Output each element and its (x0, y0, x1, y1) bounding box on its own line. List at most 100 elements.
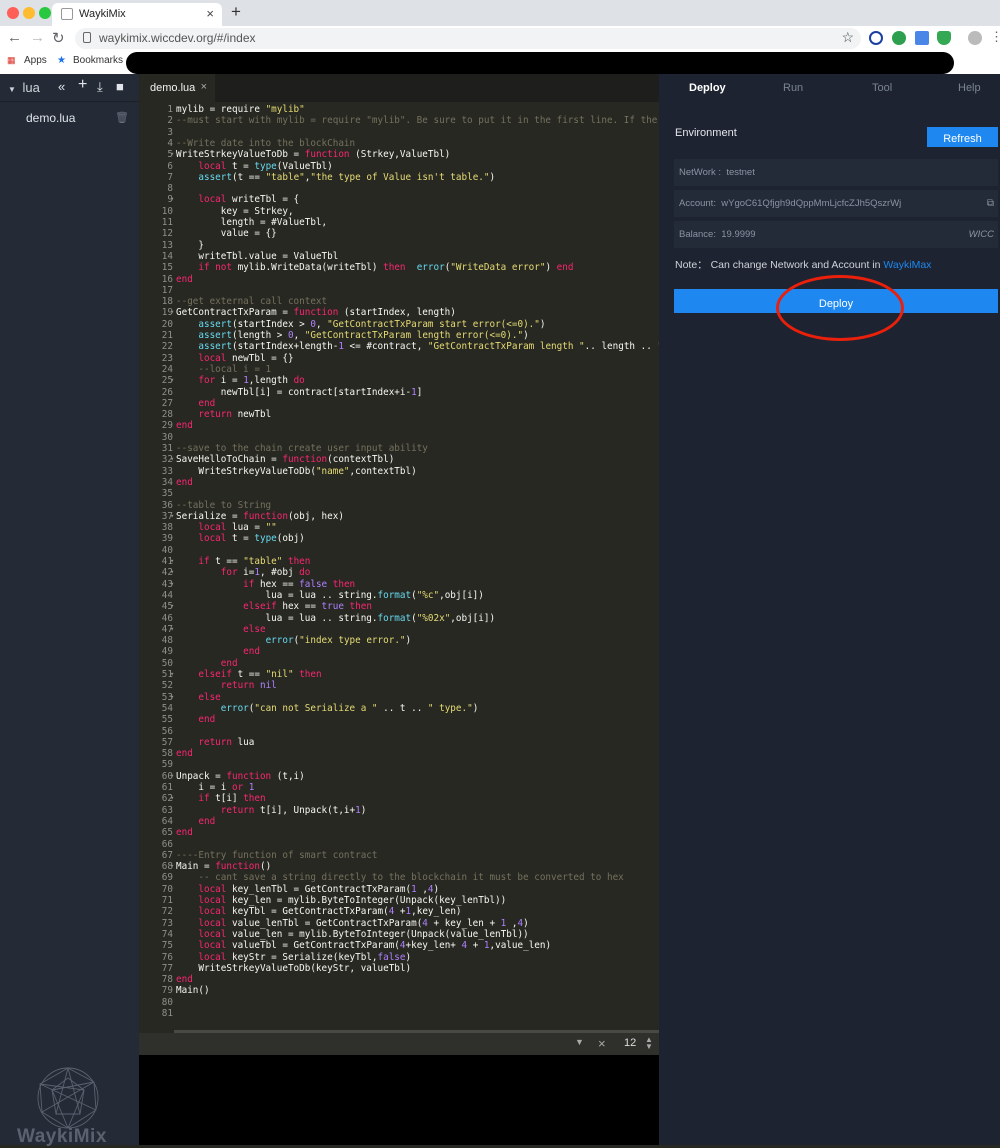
collapse-icon[interactable]: « (58, 79, 65, 94)
tab-help[interactable]: Help (958, 82, 981, 94)
code-line: Serialize = function(obj, hex) (176, 511, 344, 522)
code-token: , #obj (259, 567, 300, 579)
fold-arrow-icon[interactable]: ▾ (170, 793, 174, 804)
folder-icon[interactable]: ■ (116, 79, 124, 94)
fold-arrow-icon[interactable]: ▾ (170, 454, 174, 465)
fold-arrow-icon[interactable]: ▾ (170, 307, 174, 318)
extension-icon[interactable] (869, 31, 883, 45)
tab-run[interactable]: Run (783, 82, 803, 94)
line-number: 50 (161, 657, 173, 669)
fold-arrow-icon[interactable]: ▾ (170, 149, 174, 160)
line-number: 55 (161, 714, 173, 726)
code-token: local (198, 883, 227, 895)
new-tab-icon[interactable]: + (231, 2, 241, 22)
line-number: 65 (161, 827, 173, 839)
close-window-button[interactable] (7, 7, 19, 19)
code-token: .. length .. (584, 341, 658, 353)
editor-tab[interactable]: demo.lua × (139, 74, 215, 102)
code-token: "%02x" (416, 612, 451, 624)
reload-icon[interactable]: ↻ (52, 29, 65, 47)
code-area[interactable]: 1 mylib = require "mylib" 2 --must start wi… (139, 102, 659, 1102)
forward-arrow-icon[interactable]: → (30, 29, 45, 46)
fold-arrow-icon[interactable]: ▾ (170, 601, 174, 612)
code-token: i= (237, 567, 255, 579)
bookmark-apps[interactable]: Apps (24, 55, 47, 66)
code-token: end (198, 714, 216, 726)
copy-icon[interactable]: ⧉ (987, 198, 994, 209)
code-token: elseif (198, 669, 232, 680)
code-token: -- cant save a string directly to the bl… (176, 872, 624, 884)
fold-arrow-icon[interactable]: ▾ (170, 692, 174, 703)
code-token: ) (545, 262, 557, 274)
line-number: 6 (167, 160, 173, 172)
code-token: else (198, 691, 221, 703)
fold-arrow-icon[interactable]: ▾ (170, 669, 174, 680)
close-tab-icon[interactable]: × (201, 81, 207, 93)
bookmark-star-icon[interactable]: ☆ (841, 29, 854, 46)
apps-grid-icon[interactable]: ▦ (7, 55, 16, 66)
code-token: ,value_len) (489, 940, 552, 952)
profile-icon[interactable] (968, 31, 982, 45)
code-token: return (220, 804, 255, 816)
fold-arrow-icon[interactable]: ▾ (170, 556, 174, 567)
code-token: then (383, 262, 406, 274)
code-token: else (243, 623, 266, 635)
code-token: function (215, 861, 260, 873)
fold-arrow-icon[interactable]: ▾ (170, 375, 174, 386)
tab-deploy[interactable]: Deploy (689, 82, 726, 94)
url-field[interactable]: waykimix.wiccdev.org/#/index ☆ (75, 28, 861, 49)
code-token: local (198, 160, 227, 172)
folder-name[interactable]: lua (23, 80, 40, 95)
fold-arrow-icon[interactable]: ▾ (170, 771, 174, 782)
translate-icon[interactable] (915, 31, 929, 45)
fold-arrow-icon[interactable]: ▾ (170, 194, 174, 205)
font-size-stepper-icon[interactable]: ▲ ▼ (645, 1036, 653, 1051)
code-line: elseif t == "nil" then (176, 669, 321, 680)
collapse-triangle-icon[interactable]: ▼ (575, 1037, 584, 1047)
editor-tab-bar: demo.lua × (139, 74, 659, 102)
line-number: 27 (161, 397, 173, 409)
close-icon[interactable]: × (598, 1036, 606, 1051)
fold-arrow-icon[interactable]: ▾ (170, 579, 174, 590)
page-favicon-icon (61, 8, 73, 20)
tab-tool[interactable]: Tool (872, 82, 892, 94)
fold-arrow-icon[interactable]: ▾ (170, 861, 174, 872)
caret-down-icon[interactable]: ▼ (8, 85, 16, 94)
shield-icon[interactable] (937, 31, 951, 45)
download-icon[interactable]: ⤓ (97, 79, 103, 95)
line-number: 54 (161, 702, 173, 714)
close-tab-icon[interactable]: × (206, 6, 214, 21)
code-token: (startIndex > (231, 318, 311, 330)
line-number: 80 (161, 996, 173, 1008)
code-token: end (198, 397, 216, 409)
back-arrow-icon[interactable]: ← (7, 29, 22, 46)
add-file-icon[interactable]: + (78, 76, 87, 94)
fold-arrow-icon[interactable]: ▾ (170, 567, 174, 578)
file-item[interactable]: demo.lua 🗑 (0, 104, 139, 130)
code-token: , (506, 917, 518, 929)
code-token: do (299, 567, 311, 579)
code-token: newTbl (231, 409, 272, 421)
code-token: Main = (176, 861, 216, 873)
minimize-window-button[interactable] (23, 7, 35, 19)
line-number: 8 (167, 183, 173, 195)
code-token: (obj) (276, 533, 305, 545)
font-size-value[interactable]: 12 (624, 1037, 636, 1049)
more-menu-icon[interactable]: ⋮ (990, 29, 1000, 45)
fold-arrow-icon[interactable]: ▾ (170, 624, 174, 635)
code-line: --Write date into the blockChain (176, 138, 355, 149)
waykimax-link[interactable]: WaykiMax (883, 259, 931, 271)
fold-arrow-icon[interactable]: ▾ (170, 511, 174, 522)
line-number: 1 (167, 104, 173, 115)
maximize-window-button[interactable] (39, 7, 51, 19)
browser-tab[interactable]: WaykiMix × (52, 3, 222, 26)
code-token: --get external call context (176, 296, 328, 308)
extension-icon[interactable] (892, 31, 906, 45)
refresh-button[interactable]: Refresh (927, 127, 998, 147)
trash-icon[interactable]: 🗑 (115, 111, 129, 124)
bookmark-bookmarks[interactable]: Bookmarks (73, 55, 123, 66)
line-number: 21 (161, 330, 173, 341)
